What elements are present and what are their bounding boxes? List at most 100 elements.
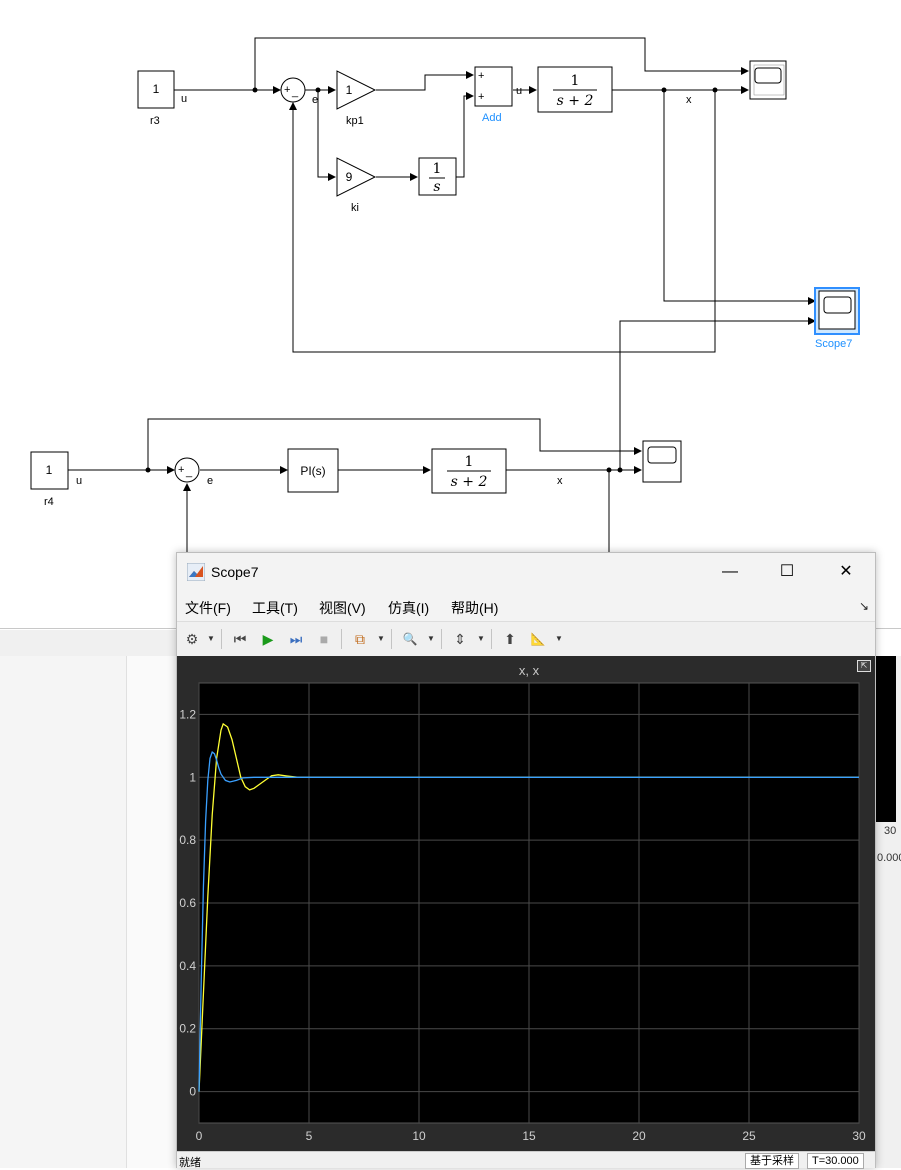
background-scope-time: 0.000 bbox=[877, 852, 901, 864]
signal-select-dropdown-icon[interactable]: ▼ bbox=[377, 628, 385, 650]
toolbar-separator bbox=[441, 629, 442, 649]
toolbar: ⚙ ▼ ⏮ ▶ ⏭ ■ ⧉ ▼ 🔍 ▼ ⇕ ▼ ⬆ 📐 ▼ bbox=[177, 621, 875, 657]
bottom-signal-u-label: u bbox=[76, 475, 82, 487]
integrator-denominator: s bbox=[433, 179, 440, 195]
background-scope-plot bbox=[876, 656, 896, 822]
y-tick-label: 0.2 bbox=[179, 1022, 196, 1036]
step-forward-icon[interactable]: ⏭ bbox=[285, 628, 307, 650]
bottom-sum-block[interactable]: + _ bbox=[174, 457, 200, 483]
simulation-time-indicator: T=30.000 bbox=[807, 1153, 864, 1169]
scope7-block[interactable] bbox=[814, 287, 860, 335]
autoscale-dropdown-icon[interactable]: ▼ bbox=[477, 628, 485, 650]
top-tf-denominator: s + 2 bbox=[557, 93, 594, 109]
zoom-icon[interactable]: 🔍 bbox=[399, 628, 421, 650]
window-title: Scope7 bbox=[211, 564, 259, 580]
gain-ki-name: ki bbox=[351, 202, 359, 214]
integrator-numerator: 1 bbox=[433, 161, 442, 177]
y-tick-label: 1.2 bbox=[179, 707, 196, 721]
toolbar-separator bbox=[341, 629, 342, 649]
editor-left-panel-inner bbox=[126, 656, 177, 1168]
measure-icon[interactable]: 📐 bbox=[527, 628, 549, 650]
triggers-icon[interactable]: ⬆ bbox=[499, 628, 521, 650]
bottom-scope-block[interactable] bbox=[642, 440, 682, 483]
add-block-name: Add bbox=[482, 112, 502, 124]
bottom-sum-plus: + bbox=[178, 464, 184, 476]
x-tick-label: 25 bbox=[742, 1129, 756, 1143]
title-bar[interactable]: Scope7 — ☐ ✕ bbox=[177, 553, 875, 591]
stop-icon[interactable]: ■ bbox=[313, 628, 335, 650]
run-icon[interactable]: ▶ bbox=[257, 628, 279, 650]
menu-simulation[interactable]: 仿真(I) bbox=[388, 598, 429, 618]
bottom-tf-numerator: 1 bbox=[465, 454, 474, 470]
chart-title: x, x bbox=[519, 663, 540, 678]
bottom-transfer-fcn-block[interactable]: 1 s + 2 bbox=[431, 448, 507, 494]
block-diagram: 1 r3 u + _ e 1 kp1 9 ki 1 s + + Add u 1 … bbox=[30, 37, 860, 552]
autoscale-icon[interactable]: ⇕ bbox=[449, 628, 471, 650]
status-bar: 就绪 基于采样 T=30.000 bbox=[177, 1151, 875, 1169]
x-tick-label: 20 bbox=[632, 1129, 646, 1143]
bottom-signal-e-label: e bbox=[207, 475, 213, 487]
top-transfer-fcn-block[interactable]: 1 s + 2 bbox=[537, 66, 613, 113]
close-button[interactable]: ✕ bbox=[823, 557, 869, 587]
editor-toolbar-background bbox=[0, 630, 176, 656]
toolbar-separator bbox=[221, 629, 222, 649]
menu-help[interactable]: 帮助(H) bbox=[451, 598, 498, 618]
settings-dropdown-icon[interactable]: ▼ bbox=[207, 628, 215, 650]
add-plus-1: + bbox=[478, 70, 484, 82]
gain-kp1-block[interactable]: 1 bbox=[336, 70, 377, 110]
top-tf-numerator: 1 bbox=[571, 73, 580, 89]
menu-bar: 文件(F) 工具(T) 视图(V) 仿真(I) 帮助(H) ↘ bbox=[177, 591, 875, 621]
top-signal-u2-label: u bbox=[516, 85, 522, 97]
top-signal-x-label: x bbox=[686, 94, 692, 106]
x-tick-label: 0 bbox=[196, 1129, 203, 1143]
menu-collapse-icon[interactable]: ↘ bbox=[859, 599, 869, 613]
top-constant-value: 1 bbox=[153, 82, 160, 96]
scope7-block-name: Scope7 bbox=[815, 338, 852, 350]
matlab-app-icon bbox=[187, 563, 205, 581]
integrator-block[interactable]: 1 s bbox=[418, 157, 457, 196]
background-scope-tick: 30 bbox=[884, 825, 897, 837]
scope-plot-area[interactable]: ⇱ 0 5 10 15 20 25 30 0 0.2 0.4 0.6 0.8 1 1.2 x, x bbox=[177, 656, 875, 1151]
x-tick-label: 15 bbox=[522, 1129, 536, 1143]
gain-kp1-name: kp1 bbox=[346, 115, 364, 127]
y-tick-label: 0.8 bbox=[179, 833, 196, 847]
measure-dropdown-icon[interactable]: ▼ bbox=[555, 628, 563, 650]
gain-ki-block[interactable]: 9 bbox=[336, 157, 377, 197]
x-tick-label: 30 bbox=[852, 1129, 866, 1143]
pi-controller-block[interactable]: PI(s) bbox=[287, 448, 339, 493]
top-scope-block[interactable] bbox=[749, 60, 787, 100]
minimize-button[interactable]: — bbox=[707, 557, 753, 587]
sample-mode-indicator: 基于采样 bbox=[745, 1153, 799, 1169]
settings-icon[interactable]: ⚙ bbox=[181, 628, 203, 650]
zoom-dropdown-icon[interactable]: ▼ bbox=[427, 628, 435, 650]
bottom-signal-lines bbox=[68, 418, 642, 552]
top-constant-name: r3 bbox=[150, 115, 160, 127]
scope-chart[interactable]: 0 5 10 15 20 25 30 0 0.2 0.4 0.6 0.8 1 1.2 x, x bbox=[177, 656, 875, 1151]
signal-select-icon[interactable]: ⧉ bbox=[349, 628, 371, 650]
top-sum-block[interactable]: + _ bbox=[280, 77, 306, 103]
x-tick-label: 5 bbox=[306, 1129, 313, 1143]
menu-view[interactable]: 视图(V) bbox=[319, 598, 366, 618]
bottom-constant-value: 1 bbox=[46, 463, 53, 477]
gain-ki-value: 9 bbox=[346, 170, 353, 184]
y-tick-label: 0 bbox=[189, 1085, 196, 1099]
x-tick-label: 10 bbox=[412, 1129, 426, 1143]
menu-file[interactable]: 文件(F) bbox=[185, 598, 231, 618]
toolbar-separator bbox=[391, 629, 392, 649]
y-tick-label: 1 bbox=[189, 770, 196, 784]
maximize-button[interactable]: ☐ bbox=[764, 557, 810, 587]
bottom-constant-block[interactable]: 1 bbox=[30, 451, 69, 490]
top-signal-e-label: e bbox=[312, 94, 318, 106]
toolbar-separator bbox=[491, 629, 492, 649]
add-plus-2: + bbox=[478, 91, 484, 103]
top-signal-u-label: u bbox=[181, 93, 187, 105]
menu-tools[interactable]: 工具(T) bbox=[252, 598, 298, 618]
top-sum-minus: _ bbox=[291, 86, 299, 98]
bottom-constant-name: r4 bbox=[44, 496, 54, 508]
bottom-sum-minus: _ bbox=[185, 466, 193, 478]
top-sum-plus: + bbox=[284, 84, 290, 96]
top-constant-block[interactable]: 1 bbox=[137, 70, 175, 109]
scope7-window[interactable]: Scope7 — ☐ ✕ 文件(F) 工具(T) 视图(V) 仿真(I) 帮助(… bbox=[176, 552, 876, 1169]
step-back-icon[interactable]: ⏮ bbox=[229, 628, 251, 650]
add-block[interactable]: + + bbox=[474, 66, 513, 107]
